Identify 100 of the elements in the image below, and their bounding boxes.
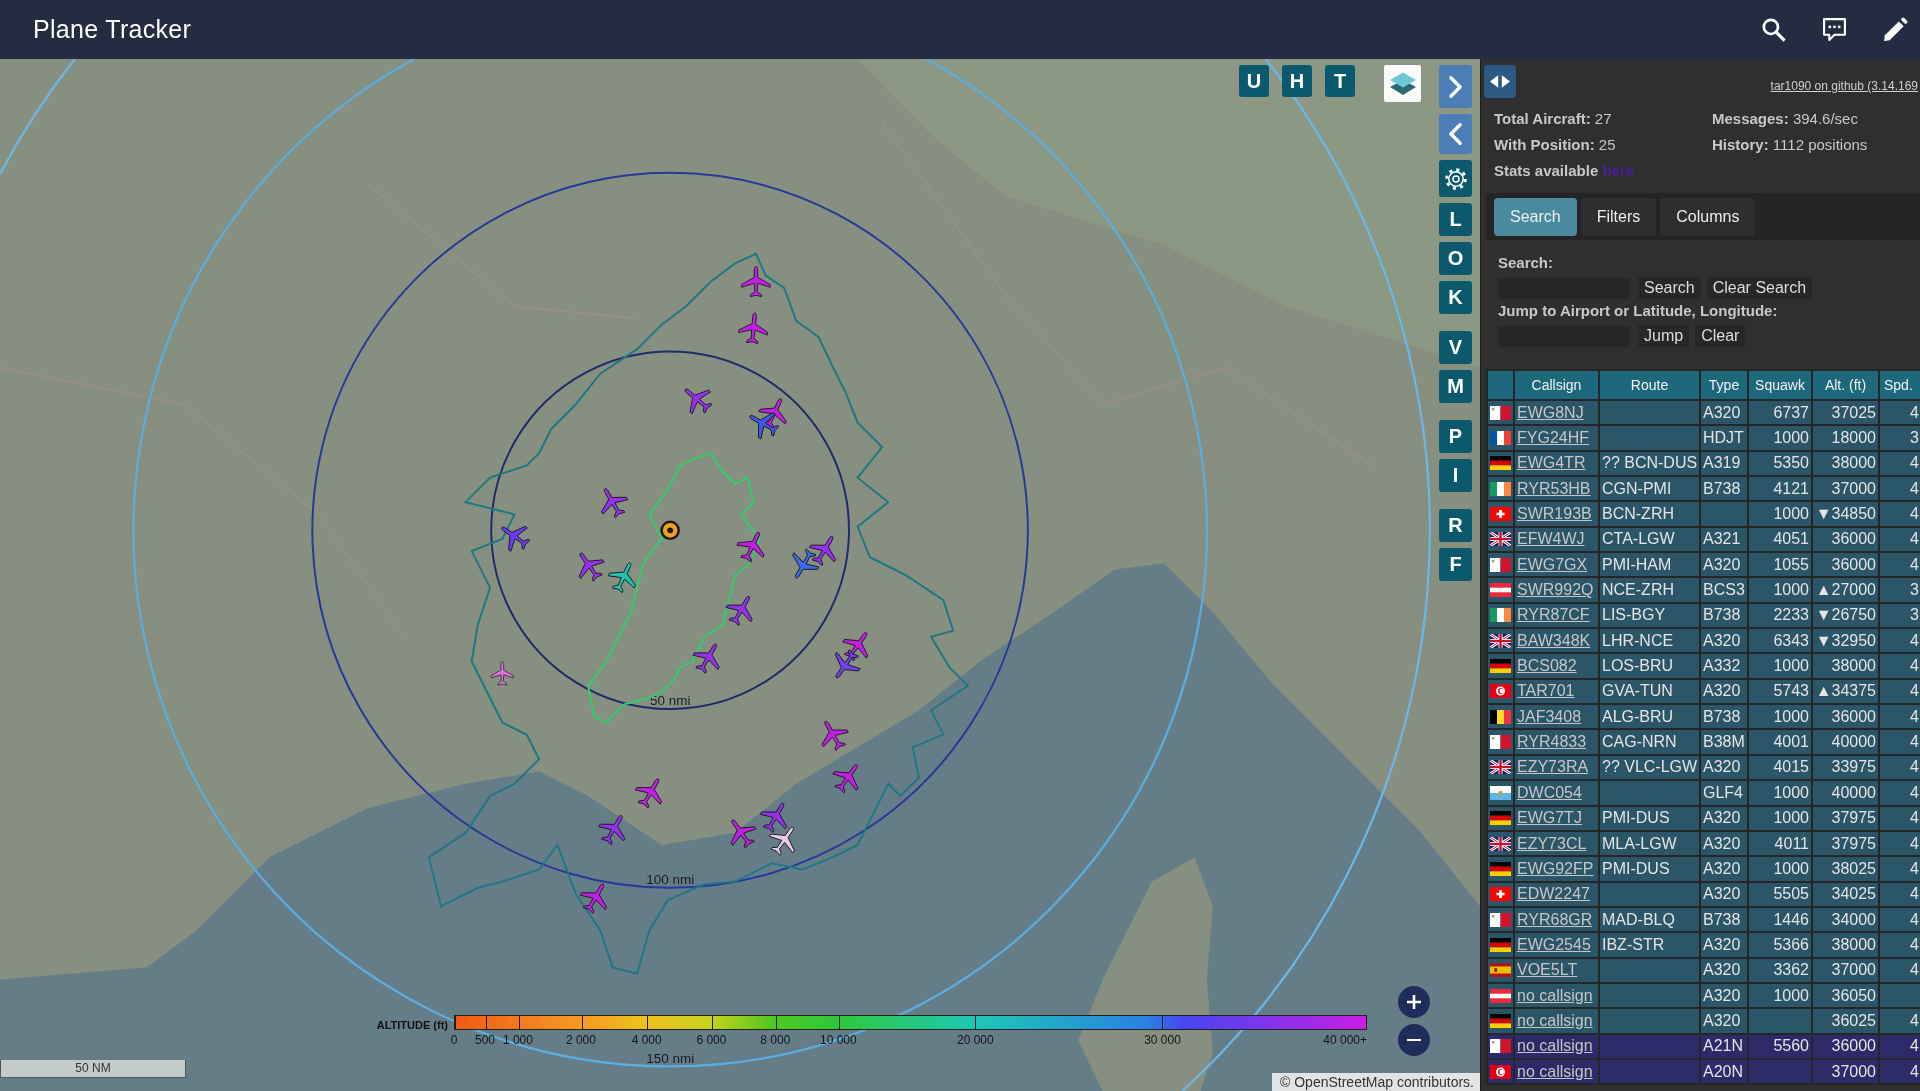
map-control-button[interactable]: V — [1439, 331, 1472, 364]
table-row[interactable]: no callsign A320 36025 4 — [1487, 1008, 1920, 1034]
clear-button[interactable]: Clear — [1695, 325, 1746, 347]
airplane-icon[interactable] — [834, 649, 861, 679]
airplane-icon[interactable] — [501, 525, 531, 552]
flag-icon — [1490, 1039, 1511, 1054]
github-link[interactable]: tar1090 on github (3.14.169 — [1770, 79, 1918, 93]
table-row[interactable]: EFW4WJ CTA-LGW A321 4051 36000 4 — [1487, 526, 1920, 553]
airplane-icon[interactable] — [730, 819, 757, 849]
map-control-button[interactable]: L — [1439, 203, 1472, 236]
table-row[interactable]: EWG7TJ PMI-DUS A320 1000 37975 4 — [1487, 805, 1920, 831]
table-row[interactable]: EWG92FP PMI-DUS A320 1000 38025 4 — [1487, 856, 1920, 882]
flag-icon — [1490, 836, 1511, 851]
tab[interactable]: Search — [1494, 197, 1577, 236]
airplane-icon[interactable] — [759, 802, 787, 833]
airplane-icon[interactable] — [598, 815, 626, 846]
table-row[interactable]: FYG24HF HDJT 1000 18000 3 — [1487, 425, 1920, 451]
flag-icon — [1490, 785, 1511, 800]
table-row[interactable]: TAR701 GVA-TUN A320 5743 ▲34375 4 — [1487, 678, 1920, 705]
table-row[interactable]: SWR193B BCN-ZRH 1000 ▼34850 4 — [1487, 501, 1920, 527]
flag-icon — [1490, 861, 1511, 876]
airplane-icon[interactable] — [792, 548, 820, 579]
table-row[interactable]: RYR4833 CAG-NRN B38M 4001 40000 4 — [1487, 729, 1920, 755]
flag-icon — [1490, 405, 1511, 420]
previous-button[interactable] — [1439, 114, 1472, 154]
table-row[interactable]: RYR87CF LIS-BGY B738 2233 ▼26750 3 — [1487, 602, 1920, 629]
jump-label: Jump to Airport or Latitude, Longitude: — [1498, 301, 1779, 321]
table-row[interactable]: BAW348K LHR-NCE A320 6343 ▼32950 4 — [1487, 628, 1920, 654]
messages-button[interactable] — [1822, 17, 1847, 42]
search-icon — [1761, 17, 1786, 42]
tick-label: 0 — [450, 1033, 458, 1047]
table-row[interactable]: DWC054 GLF4 1000 40000 4 — [1487, 780, 1920, 806]
table-row[interactable]: JAF3408 ALG-BRU B738 1000 36000 4 — [1487, 704, 1920, 730]
airplane-icon[interactable] — [758, 398, 787, 430]
airplane-icon[interactable] — [634, 778, 663, 809]
map-control-button[interactable]: H — [1282, 65, 1312, 97]
tab[interactable]: Filters — [1580, 197, 1657, 236]
airplane-icon[interactable] — [842, 632, 869, 662]
chevron-right-icon — [1448, 74, 1463, 99]
layers-button[interactable] — [1384, 65, 1421, 102]
tick-label: 4 000 — [631, 1033, 662, 1047]
table-row[interactable]: no callsign A20N 37000 4 — [1487, 1058, 1920, 1085]
map-control-button[interactable]: I — [1439, 459, 1472, 492]
flag-icon — [1490, 557, 1511, 572]
airplane-icon[interactable] — [768, 826, 795, 856]
table-row[interactable]: EWG8NJ A320 6737 37025 4 — [1487, 400, 1920, 426]
map-control-button[interactable]: K — [1439, 281, 1472, 314]
airplane-icon[interactable] — [607, 562, 636, 594]
table-cell: 37000 — [1812, 957, 1879, 983]
table-cell: A320 — [1700, 1008, 1748, 1034]
airplane-icon[interactable] — [738, 312, 768, 345]
airplane-icon[interactable] — [736, 531, 765, 563]
table-cell: 40000 — [1812, 780, 1879, 806]
table-cell: 37000 — [1812, 1058, 1879, 1085]
table-row[interactable]: EZY73RA ?? VLC-LGW A320 4015 33975 4 — [1487, 754, 1920, 781]
table-row[interactable]: RYR68GR MAD-BLQ B738 1446 34000 4 — [1487, 906, 1920, 933]
airplane-icon[interactable] — [601, 488, 629, 519]
map-control-button[interactable]: F — [1439, 548, 1472, 581]
airplane-icon[interactable] — [821, 720, 849, 751]
tab[interactable]: Columns — [1660, 197, 1756, 236]
table-row[interactable]: EDW2247 A320 5505 34025 4 — [1487, 881, 1920, 907]
tick-label: 500 — [475, 1033, 496, 1047]
table-row[interactable]: SWR992Q NCE-ZRH BCS3 1000 ▲27000 3 — [1487, 577, 1920, 603]
table-cell: GLF4 — [1700, 780, 1748, 806]
table-row[interactable]: EWG7GX PMI-HAM A320 1055 36000 4 — [1487, 552, 1920, 578]
table-row[interactable]: EWG4TR ?? BCN-DUS A319 5350 38000 4 — [1487, 450, 1920, 477]
airplane-icon[interactable] — [692, 643, 720, 674]
table-row[interactable]: EZY73CL MLA-LGW A320 4011 37975 4 — [1487, 830, 1920, 857]
settings-icon — [1443, 166, 1468, 191]
table-cell: 1000 — [1748, 425, 1812, 451]
next-button[interactable] — [1439, 65, 1472, 108]
settings-button[interactable] — [1439, 160, 1472, 197]
table-cell: IBZ-STR — [1599, 932, 1700, 958]
map-control-button[interactable]: R — [1439, 509, 1472, 542]
map-control-button[interactable]: O — [1439, 242, 1472, 275]
airplane-icon[interactable] — [749, 412, 780, 440]
flag-icon — [1490, 1013, 1511, 1028]
clear-search-button[interactable]: Clear Search — [1706, 277, 1813, 299]
table-cell: 1000 — [1748, 577, 1812, 603]
airplane-icon[interactable] — [808, 535, 836, 566]
jump-button[interactable]: Jump — [1638, 325, 1690, 347]
map-control-button[interactable]: P — [1439, 420, 1472, 453]
airplane-icon[interactable] — [684, 388, 713, 415]
table-row[interactable]: BCS082 LOS-BRU A332 1000 38000 4 — [1487, 653, 1920, 679]
table-row[interactable]: VOE5LT A320 3362 37000 4 — [1487, 957, 1920, 983]
edit-button[interactable] — [1883, 17, 1908, 42]
airplane-icon[interactable] — [578, 552, 605, 582]
table-row[interactable]: no callsign A320 1000 36050 — [1487, 982, 1920, 1009]
map-control-button[interactable]: U — [1239, 65, 1269, 97]
table-row[interactable]: EWG2545 IBZ-STR A320 5366 38000 4 — [1487, 932, 1920, 958]
search-submit-button[interactable]: Search — [1638, 277, 1701, 299]
map-control-button[interactable]: T — [1325, 65, 1355, 97]
map-control-button[interactable]: M — [1439, 370, 1472, 403]
table-row[interactable]: no callsign A21N 5560 36000 4 — [1487, 1033, 1920, 1059]
airplane-icon[interactable] — [741, 265, 771, 298]
search-button[interactable] — [1761, 17, 1786, 42]
panel-toggle-button[interactable] — [1484, 65, 1516, 98]
table-row[interactable]: RYR53HB CGN-PMI B738 4121 37000 4 — [1487, 476, 1920, 502]
openstreetmap-link[interactable]: OpenStreetMap — [1294, 1074, 1394, 1090]
airplane-icon[interactable] — [725, 595, 753, 626]
